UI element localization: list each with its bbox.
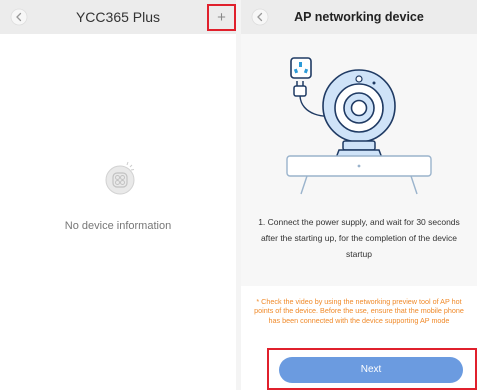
- page-title: AP networking device preview: [294, 10, 424, 58]
- next-button[interactable]: Next: [279, 357, 463, 383]
- camera-illustration: [286, 57, 432, 195]
- orange-note: * Check the video by using the networkin…: [254, 297, 464, 325]
- ap-preview-screen: AP networking device preview: [241, 0, 477, 390]
- back-button[interactable]: [251, 8, 269, 26]
- empty-state-text: No device information: [64, 220, 172, 232]
- preview-area: 1. Connect the power supply, and wait fo…: [241, 34, 477, 286]
- back-arrow-icon: [251, 8, 269, 26]
- add-device-button[interactable]: +: [207, 4, 236, 31]
- right-header: AP networking device preview: [241, 0, 477, 58]
- back-arrow-icon: [10, 8, 28, 26]
- device-list-screen: YCC365 Plus + No device information: [0, 0, 236, 390]
- empty-device-icon: [105, 161, 135, 195]
- next-button-highlight: Next: [267, 348, 477, 390]
- page-title: YCC365 Plus: [75, 9, 161, 25]
- left-header: YCC365 Plus +: [0, 0, 236, 34]
- back-button[interactable]: [10, 8, 28, 26]
- step-instruction: 1. Connect the power supply, and wait fo…: [258, 217, 460, 259]
- plus-icon: +: [217, 9, 226, 26]
